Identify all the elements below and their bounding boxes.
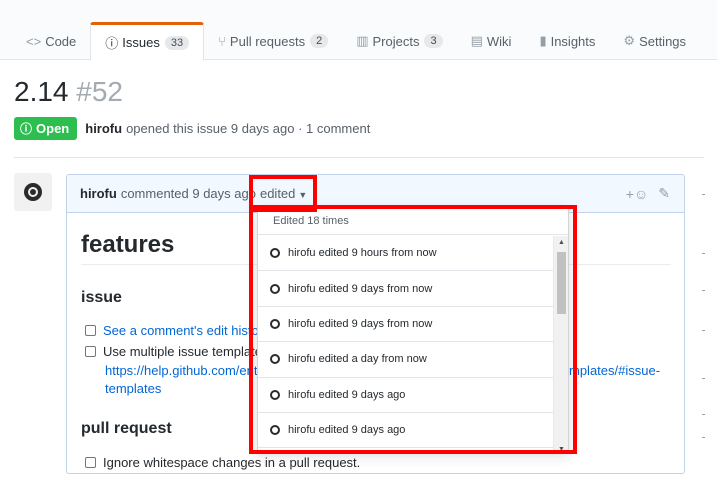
avatar-logo-icon: [270, 425, 280, 436]
tab-counter: 33: [164, 35, 190, 50]
divider: [14, 157, 704, 158]
sidebar-rail-mark: [702, 194, 705, 195]
edit-history-item-label: hirofu edited 9 hours from now: [288, 247, 437, 260]
edited-label: edited: [259, 186, 296, 201]
body-heading-pull-request: pull request: [81, 420, 172, 437]
sidebar-rail-mark: [702, 414, 705, 415]
avatar-logo-icon: [270, 283, 280, 294]
issue-author-link[interactable]: hirofu: [85, 121, 122, 136]
tab-counter: 2: [310, 34, 329, 48]
issue-meta: ⓘ Open hirofu opened this issue 9 days a…: [14, 117, 370, 140]
comment-author-link[interactable]: hirofu: [80, 186, 117, 201]
tab-label: Projects: [372, 33, 420, 49]
body-heading-issue: issue: [81, 289, 122, 306]
edit-history-item[interactable]: hirofu edited a day from now: [258, 342, 554, 378]
tab-label: Insights: [550, 33, 596, 49]
task-checkbox[interactable]: [85, 457, 96, 468]
status-badge: ⓘ Open: [14, 117, 78, 140]
tab-label: Settings: [639, 33, 687, 49]
task-checkbox[interactable]: [85, 346, 96, 357]
edit-history-item-label: hirofu edited 9 days from now: [288, 282, 433, 295]
code-icon: <>: [26, 33, 42, 49]
task-list-item: See a comment's edit history: [85, 323, 270, 338]
tab-label: Issues: [122, 35, 160, 50]
edit-history-item-label: hirofu edited 9 days from now: [288, 317, 433, 330]
issue-meta-text: opened this issue 9 days ago · 1 comment: [126, 121, 371, 136]
comment-time: commented 9 days ago: [120, 186, 256, 201]
dropdown-scrollbar[interactable]: ▲ ▼: [553, 236, 568, 452]
avatar-logo-icon: [270, 354, 280, 365]
edit-history-item-label: hirofu edited 9 days ago: [288, 424, 406, 437]
comment-actions: +☺ ✎: [616, 185, 670, 202]
edit-history-dropdown: Edited 18 times hirofu edited 9 hours fr…: [257, 207, 569, 453]
scroll-up-arrow-icon[interactable]: ▲: [558, 239, 565, 246]
tab-wiki[interactable]: ▤ Wiki: [457, 22, 526, 60]
edit-history-item-label: hirofu edited 9 days ago: [288, 388, 406, 401]
add-reaction-icon[interactable]: +☺: [626, 186, 648, 202]
avatar[interactable]: [14, 173, 52, 211]
edit-history-item[interactable]: hirofu edited 9 hours from now: [258, 236, 554, 272]
project-icon: ▥: [356, 33, 369, 48]
tab-settings[interactable]: ⚙ Settings: [609, 22, 700, 60]
edit-history-list: hirofu edited 9 hours from now hirofu ed…: [258, 236, 554, 449]
caret-down-icon: ▼: [298, 190, 308, 200]
task-link[interactable]: See a comment's edit history: [103, 323, 270, 338]
tab-counter: 3: [424, 34, 443, 48]
edited-dropdown-button[interactable]: edited ▼: [260, 186, 307, 201]
tab-issues[interactable]: ⓘ Issues 33: [90, 22, 205, 61]
issue-number: #52: [76, 76, 123, 107]
tab-code[interactable]: <> Code: [12, 22, 90, 60]
tab-label: Wiki: [486, 33, 512, 49]
task-text: Ignore whitespace changes in a pull requ…: [103, 455, 361, 470]
pencil-icon[interactable]: ✎: [658, 185, 670, 202]
issue-opened-icon: ⓘ: [20, 122, 33, 136]
task-list-item: Ignore whitespace changes in a pull requ…: [85, 455, 360, 470]
edit-history-item[interactable]: hirofu edited 9 days from now: [258, 307, 554, 343]
scrollbar-thumb[interactable]: [557, 252, 566, 314]
sidebar-rail-mark: [702, 437, 705, 438]
tab-insights[interactable]: ▮ Insights: [525, 22, 609, 60]
edit-history-item-label: hirofu edited a day from now: [288, 353, 427, 366]
task-list-item: Use multiple issue templates: [85, 344, 268, 359]
graph-icon: ▮: [539, 33, 547, 48]
scroll-down-arrow-icon[interactable]: ▼: [558, 446, 565, 452]
task-text: Use multiple issue templates: [103, 344, 269, 359]
help-link-part1[interactable]: https://help.github.com/ente: [105, 363, 265, 378]
help-link-part3[interactable]: templates: [105, 381, 161, 396]
tab-label: Pull requests: [229, 33, 306, 49]
sidebar-rail-mark: [702, 330, 705, 331]
repo-nav-bar: <> Code ⓘ Issues 33 ⑂ Pull requests 2 ▥ …: [0, 0, 717, 61]
edit-history-item[interactable]: hirofu edited 9 days ago: [258, 378, 554, 413]
body-heading-features: features: [81, 231, 175, 258]
issue-title: 2.14 #52: [14, 76, 123, 108]
avatar-logo-icon: [270, 318, 280, 329]
edit-history-item[interactable]: hirofu edited 9 days ago: [258, 413, 554, 449]
edit-history-item[interactable]: hirofu edited 9 days from now: [258, 271, 554, 307]
tab-projects[interactable]: ▥ Projects 3: [342, 22, 456, 60]
pull-request-icon: ⑂: [218, 33, 226, 49]
gear-icon: ⚙: [623, 33, 636, 48]
issue-opened-icon: ⓘ: [105, 36, 119, 51]
avatar-logo-icon: [270, 248, 280, 259]
edit-history-header: Edited 18 times: [258, 208, 568, 235]
repo-tabs: <> Code ⓘ Issues 33 ⑂ Pull requests 2 ▥ …: [12, 22, 700, 61]
sidebar-rail-mark: [702, 253, 705, 254]
tab-label: Code: [45, 33, 77, 49]
issue-title-text: 2.14: [14, 76, 69, 107]
avatar-logo-icon: [24, 183, 42, 201]
avatar-logo-icon: [270, 389, 280, 400]
sidebar-rail-mark: [702, 378, 705, 379]
sidebar-rail-mark: [702, 290, 705, 291]
status-label: Open: [36, 121, 70, 136]
book-icon: ▤: [470, 33, 483, 48]
tab-pull-requests[interactable]: ⑂ Pull requests 2: [204, 22, 342, 60]
help-link-part2[interactable]: mplates/#issue-: [569, 363, 660, 378]
task-checkbox[interactable]: [85, 325, 96, 336]
